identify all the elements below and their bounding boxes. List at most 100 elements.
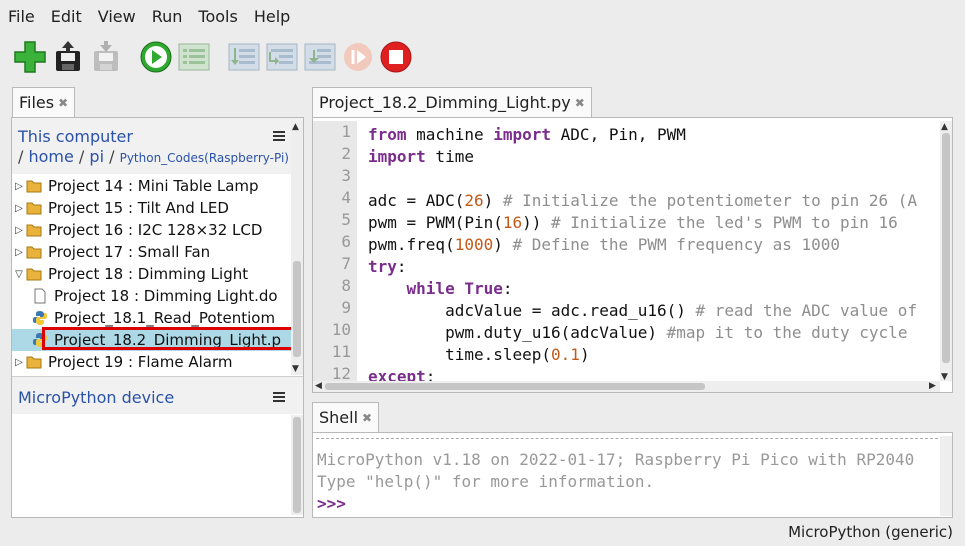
expand-icon[interactable]: ▷: [12, 225, 26, 236]
close-icon[interactable]: ✖: [58, 96, 68, 110]
list-item[interactable]: Project_18.1_Read_Potentiom: [12, 307, 292, 329]
expand-icon[interactable]: ▷: [12, 247, 26, 258]
list-item[interactable]: ▷ Project 19 : Flame Alarm: [12, 351, 292, 373]
breadcrumb-folder[interactable]: Python_Codes(Raspberry-Pi): [120, 151, 289, 165]
step-over-button[interactable]: [226, 39, 262, 75]
run-button[interactable]: [138, 39, 174, 75]
list-item-label: Project 17 : Small Fan: [48, 243, 211, 261]
shell-scrollbar[interactable]: [940, 436, 952, 516]
list-item[interactable]: ▽ Project 18 : Dimming Light: [12, 263, 292, 285]
document-icon: [34, 288, 46, 304]
breadcrumb: / home / pi / Python_Codes(Raspberry-Pi): [18, 147, 289, 166]
list-item-label: Project_18.1_Read_Potentiom: [54, 309, 276, 327]
line-number: 4: [341, 188, 351, 207]
code-line: pwm = PWM(Pin(16)) # Initialize the led'…: [368, 213, 898, 232]
stop-icon: [380, 41, 412, 73]
editor-vscrollbar[interactable]: [940, 121, 952, 381]
folder-icon: [26, 224, 42, 237]
scroll-down-icon[interactable]: ▼: [292, 364, 299, 374]
menu-icon[interactable]: [273, 392, 285, 402]
code-line: time.sleep(0.1): [368, 345, 590, 364]
scroll-right-icon[interactable]: ▶: [929, 381, 936, 391]
tab-files[interactable]: Files ✖: [12, 87, 76, 117]
close-icon[interactable]: ✖: [575, 96, 585, 110]
code-line: adc = ADC(26) # Initialize the potentiom…: [368, 191, 918, 210]
folder-icon: [26, 180, 42, 193]
tab-editor-label: Project_18.2_Dimming_Light.py: [319, 93, 571, 112]
expand-icon[interactable]: ▷: [12, 203, 26, 214]
toolbar: [12, 38, 416, 76]
menu-run[interactable]: Run: [152, 7, 183, 26]
step-into-button[interactable]: [264, 39, 300, 75]
step-out-button[interactable]: [302, 39, 338, 75]
list-item-label: Project 16 : I2C 128×32 LCD: [48, 221, 263, 239]
list-item-label: Project 18 : Dimming Light: [48, 265, 249, 283]
breadcrumb-pi[interactable]: pi: [89, 147, 104, 166]
stop-button[interactable]: [378, 39, 414, 75]
list-item-label: Project_18.2_Dimming_Light.p: [54, 331, 282, 349]
file-tree: ▷ Project 14 : Mini Table Lamp ▷ Project…: [12, 175, 292, 375]
new-file-icon: [14, 41, 46, 73]
list-item[interactable]: Project 18 : Dimming Light.do: [12, 285, 292, 307]
resume-icon: [344, 43, 372, 71]
debug-button[interactable]: [176, 39, 212, 75]
expand-icon[interactable]: ▷: [12, 357, 26, 368]
step-over-icon: [228, 43, 260, 71]
close-icon[interactable]: ✖: [362, 411, 372, 425]
line-number: 9: [341, 298, 351, 317]
code-line: except:: [368, 367, 436, 382]
line-number: 2: [341, 144, 351, 163]
shell-prompt[interactable]: >>>: [317, 494, 346, 513]
list-item-label: Project 18 : Dimming Light.do: [54, 287, 278, 305]
menu-help[interactable]: Help: [254, 7, 290, 26]
menu-tools[interactable]: Tools: [198, 7, 237, 26]
new-file-button[interactable]: [12, 39, 48, 75]
files-scrollbar[interactable]: [291, 121, 303, 375]
code-editor[interactable]: from machine import ADC, Pin, PWM import…: [368, 124, 938, 382]
tab-shell-label: Shell: [319, 408, 359, 427]
device-scrollbar[interactable]: [291, 415, 303, 515]
line-number: 10: [331, 320, 351, 339]
collapse-icon[interactable]: ▽: [12, 269, 26, 280]
code-line: while True:: [406, 279, 513, 298]
resume-button[interactable]: [340, 39, 376, 75]
line-number: 7: [341, 254, 351, 273]
tab-shell[interactable]: Shell ✖: [312, 402, 380, 432]
scroll-up-icon[interactable]: ▲: [292, 122, 299, 132]
load-icon: [56, 41, 80, 71]
save-button[interactable]: [88, 39, 124, 75]
step-out-icon: [304, 43, 336, 71]
load-button[interactable]: [50, 39, 86, 75]
code-line: from machine import ADC, Pin, PWM: [368, 125, 686, 144]
menu-file[interactable]: File: [8, 7, 35, 26]
editor-hscrollbar[interactable]: [313, 381, 940, 392]
code-line: adcValue = adc.read_u16() # read the ADC…: [368, 301, 918, 320]
scroll-down-icon[interactable]: ▼: [941, 372, 948, 382]
breadcrumb-home[interactable]: home: [28, 147, 73, 166]
scroll-left-icon[interactable]: ◀: [315, 381, 322, 391]
line-number: 11: [331, 342, 351, 361]
interpreter-status[interactable]: MicroPython (generic): [788, 523, 953, 541]
list-item[interactable]: ▷ Project 16 : I2C 128×32 LCD: [12, 219, 292, 241]
line-number: 1: [341, 122, 351, 141]
list-item-selected[interactable]: Project_18.2_Dimming_Light.p: [12, 329, 292, 351]
code-line: pwm.freq(1000) # Define the PWM frequenc…: [368, 235, 841, 254]
shell-help-line: Type "help()" for more information.: [317, 472, 655, 491]
micropython-device-title: MicroPython device: [18, 388, 175, 407]
menu-edit[interactable]: Edit: [51, 7, 82, 26]
menu-icon[interactable]: [273, 131, 285, 141]
scroll-up-icon[interactable]: ▲: [941, 122, 948, 132]
step-into-icon: [266, 43, 298, 71]
save-icon: [94, 41, 118, 71]
list-item[interactable]: ▷ Project 14 : Mini Table Lamp: [12, 175, 292, 197]
expand-icon[interactable]: ▷: [12, 181, 26, 192]
menu-view[interactable]: View: [98, 7, 136, 26]
shell-separator: [316, 438, 938, 439]
list-item[interactable]: ▷ Project 17 : Small Fan: [12, 241, 292, 263]
list-item[interactable]: ▷ Project 15 : Tilt And LED: [12, 197, 292, 219]
tab-editor[interactable]: Project_18.2_Dimming_Light.py ✖: [312, 87, 592, 117]
code-line: try:: [368, 257, 407, 276]
menubar: File Edit View Run Tools Help: [0, 0, 965, 32]
this-computer-title: This computer: [18, 127, 133, 146]
